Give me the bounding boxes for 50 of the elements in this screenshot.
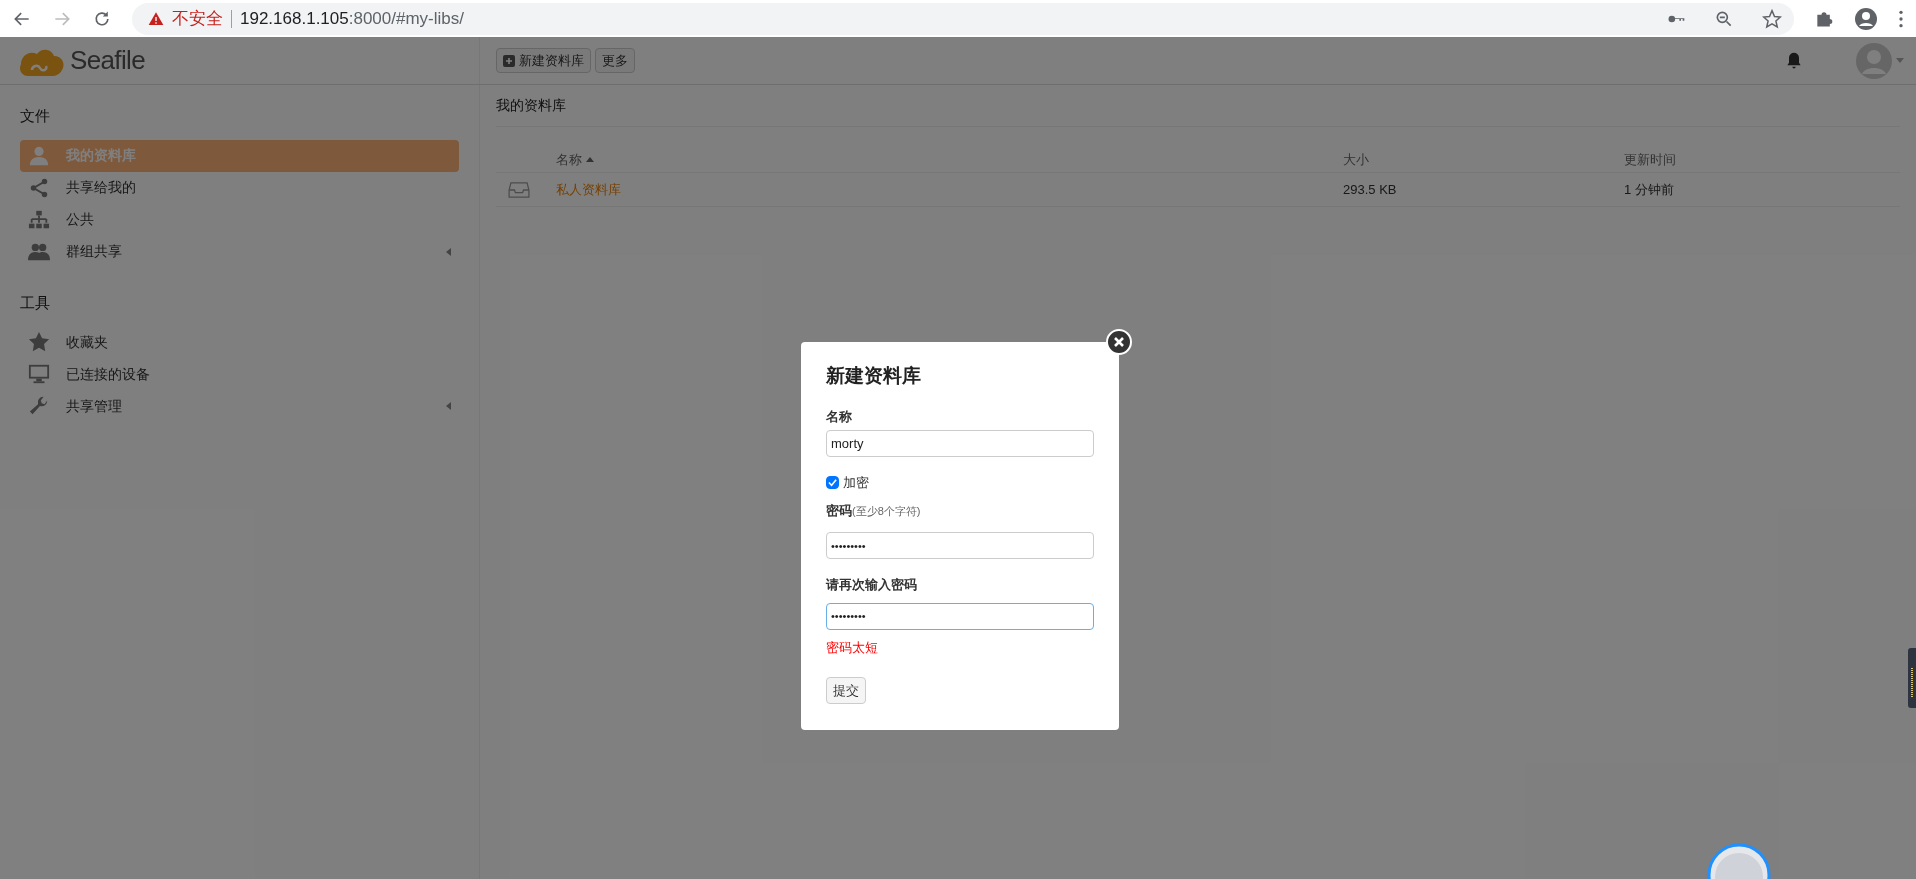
security-label: 不安全 (172, 7, 223, 30)
submit-button[interactable]: 提交 (826, 677, 866, 704)
star-icon (28, 331, 50, 353)
wrench-icon (28, 395, 50, 417)
avatar-icon (1856, 42, 1892, 79)
caret-icon (1896, 58, 1904, 63)
section-heading: 文件 (20, 106, 51, 126)
warning-icon (148, 10, 164, 27)
library-icon (508, 180, 530, 199)
close-icon[interactable] (1106, 329, 1132, 355)
side-tab-icon[interactable] (1908, 648, 1916, 708)
field-label: 名称 (826, 407, 853, 426)
sidebar-item[interactable]: 已连接的设备 (20, 358, 459, 390)
more-button[interactable]: 更多 (595, 48, 635, 73)
confirm-password-field[interactable]: ••••••••• (826, 602, 1094, 630)
monitor-icon (28, 363, 50, 385)
new-library-button[interactable]: 新建资料库 (496, 48, 591, 73)
column-header[interactable]: 大小 (1343, 149, 1624, 170)
more-icon[interactable] (1898, 8, 1904, 29)
dialog-title: 新建资料库 (826, 364, 922, 388)
name-field[interactable]: morty (826, 430, 1094, 457)
profile-icon[interactable] (1854, 6, 1878, 31)
error-message: 密码太短 (826, 638, 879, 657)
field-label: 密码 (826, 501, 852, 520)
encrypt-checkbox[interactable] (826, 476, 839, 490)
url-text: 192.168.1.105:8000/#my-libs/ (240, 7, 464, 30)
table-cell-text: 1 分钟前 (1624, 180, 1674, 199)
section-heading: 工具 (20, 292, 51, 313)
sort-icon (586, 157, 594, 162)
share-icon (28, 176, 50, 199)
plus-icon (503, 54, 515, 67)
sidebar-item[interactable]: 收藏夹 (20, 326, 459, 358)
sidebar-item[interactable]: 共享管理 (20, 390, 459, 422)
table-cell-text: 293.5 KB (1343, 180, 1398, 199)
chat-widget-icon[interactable] (1707, 843, 1771, 879)
sidebar-item[interactable]: 共享给我的 (20, 171, 459, 204)
person-icon (28, 144, 50, 167)
address-bar[interactable]: 不安全 192.168.1.105:8000/#my-libs/ (132, 2, 1794, 35)
column-header[interactable]: 更新时间 (1624, 149, 1900, 170)
checkbox-label: 加密 (843, 474, 869, 492)
star-outline-icon[interactable] (1762, 8, 1782, 29)
field-hint: (至少8个字符) (852, 503, 921, 519)
sidebar-item[interactable]: 公共 (20, 203, 459, 236)
password-field[interactable]: ••••••••• (826, 532, 1094, 559)
page-title: 我的资料库 (496, 85, 1900, 127)
field-label: 请再次输入密码 (826, 576, 918, 594)
sidebar-item[interactable]: 群组共享 (20, 235, 459, 268)
column-header[interactable]: 名称 (556, 149, 1343, 170)
logo-text: Seafile (70, 44, 145, 77)
hierarchy-icon (28, 208, 50, 231)
